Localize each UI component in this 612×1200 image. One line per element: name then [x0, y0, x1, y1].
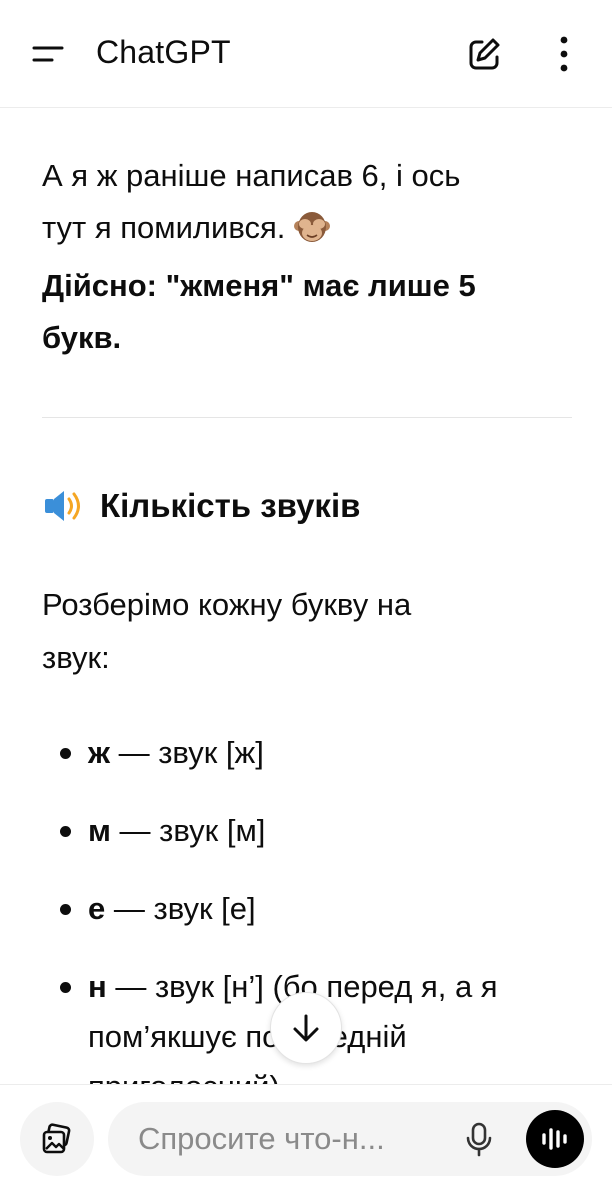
- image-attach-icon: [42, 1123, 71, 1154]
- section-heading-text: Кількість звуків: [100, 487, 361, 524]
- chat-app: ChatGPT А я ж раніше написав 6, і ось ту…: [0, 0, 612, 1200]
- intro-paragraph: Розберімо кожну букву на звук:: [42, 578, 582, 684]
- section-divider: [42, 417, 572, 418]
- more-vertical-icon: [560, 36, 568, 72]
- paragraph-line: букв.: [42, 320, 122, 355]
- arrow-down-icon: [293, 1014, 319, 1042]
- prompt-box: [108, 1102, 592, 1176]
- dictate-button[interactable]: [460, 1120, 498, 1158]
- voice-waveform-icon: [542, 1128, 567, 1150]
- composer-bar: [0, 1084, 612, 1200]
- see-no-evil-monkey-icon: [293, 208, 331, 260]
- paragraph-line: звук:: [42, 640, 110, 675]
- paragraph-line: Дійсно: "жменя" має лише 5: [42, 268, 476, 303]
- paragraph-line: А я ж раніше написав 6, і ось: [42, 158, 461, 193]
- edit-icon: [469, 38, 500, 70]
- app-title: ChatGPT: [96, 34, 231, 70]
- more-options-button[interactable]: [548, 32, 580, 76]
- chat-thread[interactable]: А я ж раніше написав 6, і ось тут я поми…: [0, 108, 612, 1084]
- speaker-icon: [45, 491, 80, 521]
- prompt-input[interactable]: [138, 1121, 438, 1157]
- new-chat-button[interactable]: [462, 32, 506, 76]
- list-item: ж — звук [ж]: [42, 728, 582, 778]
- section-heading: Кількість звуків: [42, 484, 360, 528]
- menu-button[interactable]: [28, 38, 68, 70]
- microphone-icon: [466, 1122, 492, 1157]
- assistant-paragraph: А я ж раніше написав 6, і ось тут я поми…: [42, 150, 582, 364]
- voice-mode-button[interactable]: [526, 1110, 584, 1168]
- paragraph-line: тут я помилився.: [42, 202, 582, 260]
- paragraph-line: Розберімо кожну букву на: [42, 587, 412, 622]
- menu-icon: [32, 46, 64, 62]
- attach-image-button[interactable]: [20, 1102, 94, 1176]
- list-item: м — звук [м]: [42, 806, 582, 856]
- top-bar: ChatGPT: [0, 0, 612, 108]
- list-item: е — звук [е]: [42, 884, 582, 934]
- scroll-to-bottom-button[interactable]: [270, 992, 342, 1064]
